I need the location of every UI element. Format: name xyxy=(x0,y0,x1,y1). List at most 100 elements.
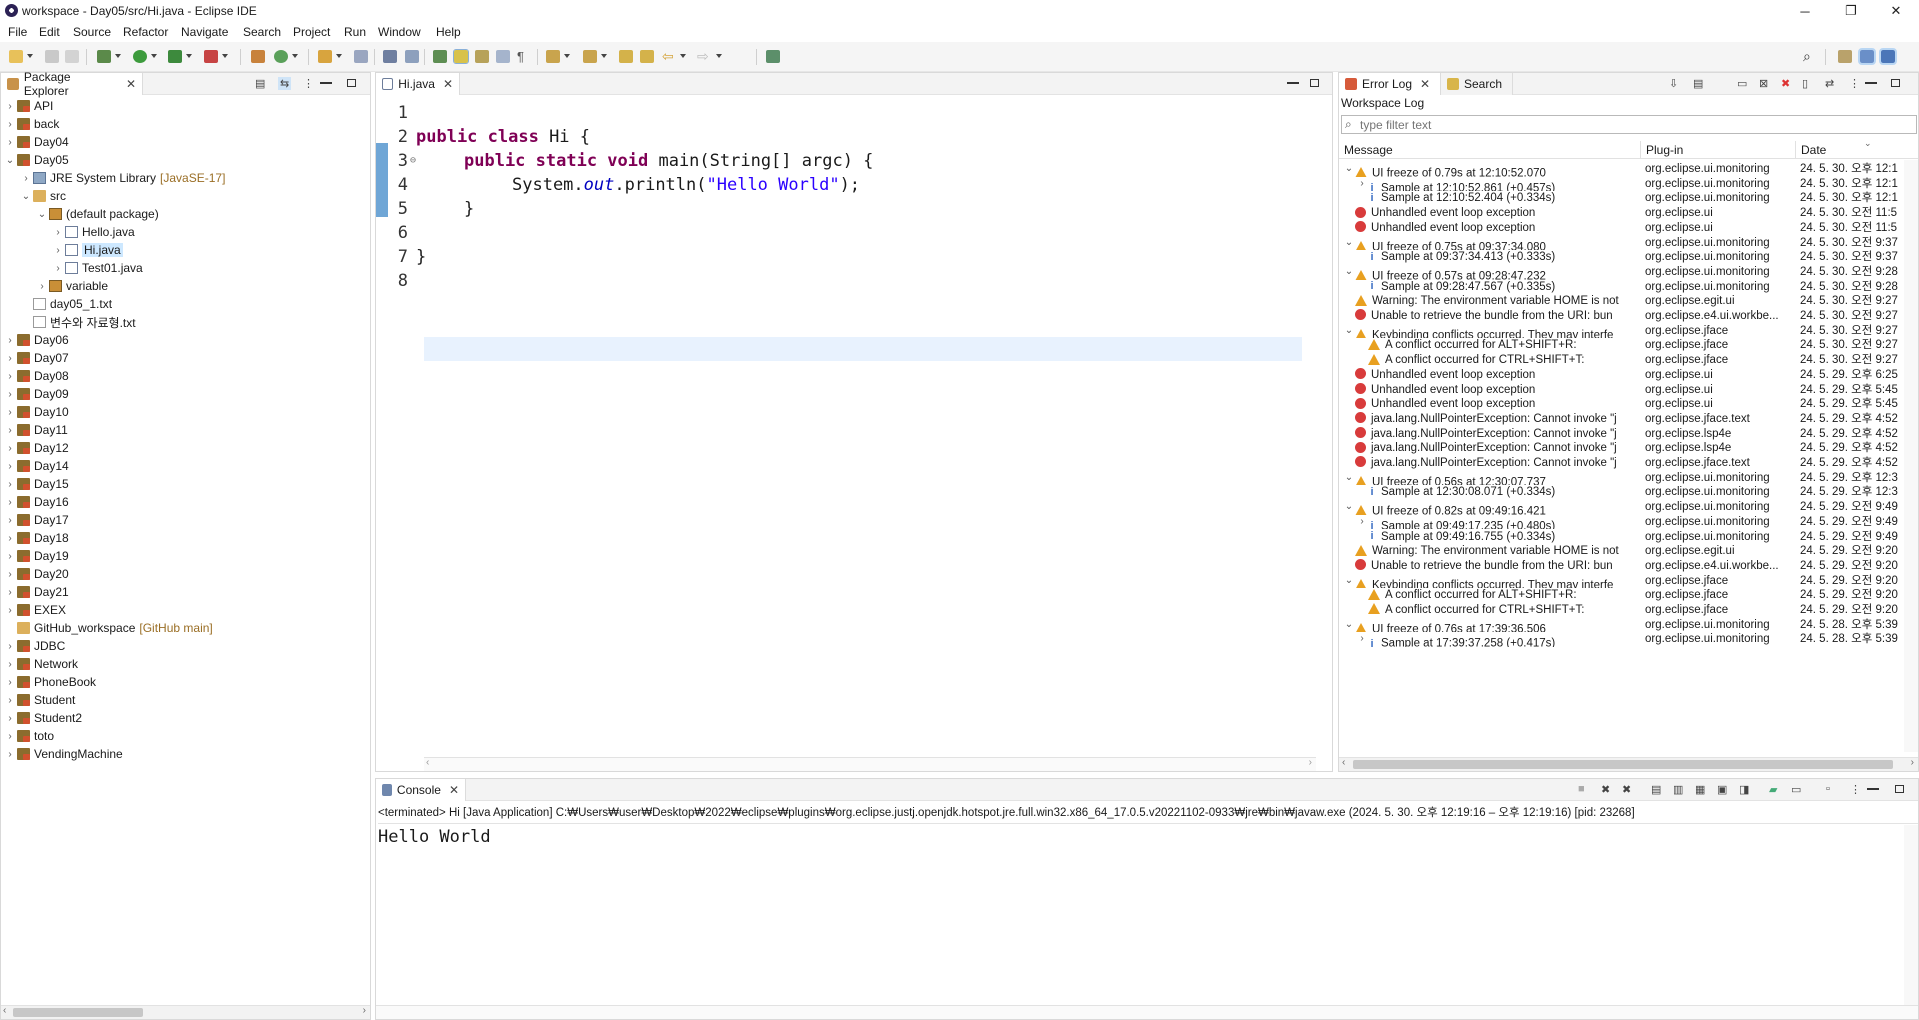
tree-item[interactable]: › JRE System Library [JavaSE-17] xyxy=(5,169,225,187)
column-message[interactable]: Message xyxy=(1339,141,1641,159)
log-row[interactable]: ⌄ Keybinding conflicts occurred. They may… xyxy=(1339,574,1905,589)
log-row[interactable]: i Sample at 09:37:34.413 (+0.333s) org.ecl… xyxy=(1339,250,1905,265)
menu-refactor[interactable]: Refactor xyxy=(123,25,168,39)
minimize-editor-icon[interactable] xyxy=(1283,77,1303,89)
java-perspective-icon[interactable] xyxy=(1858,48,1876,65)
chevron-right-icon[interactable]: › xyxy=(5,587,15,598)
close-icon[interactable]: ✕ xyxy=(449,783,459,797)
debug-perspective-icon[interactable] xyxy=(1879,48,1897,65)
tab-hi-java[interactable]: Hi.java ✕ xyxy=(376,73,460,95)
remove-icon[interactable]: ✖ xyxy=(1781,77,1790,90)
console-output[interactable]: Hello World xyxy=(378,827,491,847)
chevron-down-icon[interactable]: ⌄ xyxy=(37,209,47,220)
open-type-icon[interactable] xyxy=(318,50,332,63)
tree-item[interactable]: › Hi.java xyxy=(5,241,123,259)
log-row[interactable]: Unable to retrieve the bundle from the U… xyxy=(1339,559,1905,574)
tree-item[interactable]: › Day09 xyxy=(5,385,68,403)
chevron-right-icon[interactable]: › xyxy=(53,227,63,238)
chevron-down-icon[interactable]: ⌄ xyxy=(1343,265,1355,280)
log-row[interactable]: ⌄ UI freeze of 0.75s at 09:37:34.080 org.e… xyxy=(1339,236,1905,251)
chevron-right-icon[interactable]: › xyxy=(53,245,63,256)
log-row[interactable]: ⌄ UI freeze of 0.79s at 12:10:52.070 org.e… xyxy=(1339,162,1905,177)
chevron-right-icon[interactable]: › xyxy=(5,749,15,760)
open-console-icon[interactable]: ▭ xyxy=(1791,783,1801,796)
log-row[interactable]: A conflict occurred for CTRL+SHIFT+T: org… xyxy=(1339,353,1905,368)
external-tools-icon[interactable] xyxy=(204,50,218,63)
chevron-down-icon[interactable]: ⌄ xyxy=(1343,471,1355,486)
tree-item[interactable]: › Day19 xyxy=(5,547,68,565)
chevron-down-icon[interactable]: ⌄ xyxy=(1343,574,1355,589)
tree-item[interactable]: › Test01.java xyxy=(5,259,142,277)
log-row[interactable]: ⌄ UI freeze of 0.57s at 09:28:47.232 org.e… xyxy=(1339,265,1905,280)
chevron-right-icon[interactable]: › xyxy=(5,479,15,490)
log-row[interactable]: ⌄ UI freeze of 0.76s at 17:39:36.506 org.e… xyxy=(1339,618,1905,633)
log-row[interactable]: i Sample at 12:10:52.404 (+0.334s) org.ecl… xyxy=(1339,191,1905,206)
log-row[interactable]: › i Sample at 09:49:17.235 (+0.480s) org.ec… xyxy=(1339,515,1905,530)
tree-item[interactable]: › Day21 xyxy=(5,583,68,601)
last-edit-icon[interactable] xyxy=(619,50,633,63)
chevron-right-icon[interactable]: › xyxy=(5,605,15,616)
tree-item[interactable]: › variable xyxy=(5,277,108,295)
minimize-button[interactable]: ─ xyxy=(1782,0,1828,22)
chevron-down-icon[interactable]: ⌄ xyxy=(1343,618,1355,633)
close-window-button[interactable]: ✕ xyxy=(1873,0,1919,22)
menu-navigate[interactable]: Navigate xyxy=(181,25,228,39)
chevron-right-icon[interactable]: › xyxy=(5,101,15,112)
scroll-lock-icon[interactable]: ▥ xyxy=(1673,783,1683,796)
maximize-view-icon[interactable] xyxy=(1887,77,1900,89)
log-row[interactable]: Unhandled event loop exception org.eclips… xyxy=(1339,206,1905,221)
tree-item[interactable]: › Day16 xyxy=(5,493,68,511)
chevron-right-icon[interactable]: › xyxy=(5,443,15,454)
chevron-right-icon[interactable]: › xyxy=(53,263,63,274)
log-row[interactable]: ⌄ UI freeze of 0.82s at 09:49:16.421 org.e… xyxy=(1339,500,1905,515)
prev-annotation-icon[interactable] xyxy=(583,50,597,63)
pin-editor-icon[interactable] xyxy=(766,50,780,63)
forward-edit-icon[interactable] xyxy=(640,50,654,63)
chevron-down-icon[interactable]: ⌄ xyxy=(1343,324,1355,339)
code-editor[interactable]: 1 2 public class Hi { 3 ⊖ public static voi… xyxy=(376,95,1332,771)
new-class-icon[interactable] xyxy=(274,50,288,63)
tree-item[interactable]: › Student xyxy=(5,691,75,709)
new-icon[interactable] xyxy=(9,50,23,63)
chevron-right-icon[interactable]: › xyxy=(5,641,15,652)
chevron-right-icon[interactable]: › xyxy=(5,137,15,148)
chevron-right-icon[interactable]: › xyxy=(5,425,15,436)
log-row[interactable]: java.lang.NullPointerException: Cannot i… xyxy=(1339,427,1905,442)
view-menu-icon[interactable]: ⋮ xyxy=(303,77,314,90)
chevron-right-icon[interactable]: › xyxy=(5,407,15,418)
chevron-right-icon[interactable]: › xyxy=(5,659,15,670)
log-row[interactable]: i Sample at 09:49:16.755 (+0.334s) org.ecl… xyxy=(1339,530,1905,545)
view-menu-icon[interactable]: ⋮ xyxy=(1849,77,1860,90)
chevron-right-icon[interactable]: › xyxy=(21,173,31,184)
remove-launch-icon[interactable]: ✖ xyxy=(1601,783,1610,796)
toggle-breadcrumb-icon[interactable] xyxy=(433,50,447,63)
close-icon[interactable]: ✕ xyxy=(126,77,136,91)
chevron-right-icon[interactable]: › xyxy=(5,119,15,130)
chevron-right-icon[interactable]: › xyxy=(5,371,15,382)
chevron-right-icon[interactable]: › xyxy=(37,281,47,292)
tree-item[interactable]: › PhoneBook xyxy=(5,673,96,691)
log-row[interactable]: Unhandled event loop exception org.eclips… xyxy=(1339,382,1905,398)
run-icon[interactable] xyxy=(133,50,147,63)
editor-hscroll[interactable]: ‹ › xyxy=(424,757,1316,771)
debug-icon[interactable] xyxy=(97,50,111,63)
chevron-right-icon[interactable]: › xyxy=(5,497,15,508)
log-row[interactable]: Unhandled event loop exception org.eclips… xyxy=(1339,397,1905,412)
new-java-project-icon[interactable] xyxy=(251,50,265,63)
coverage-icon[interactable] xyxy=(168,50,182,63)
tree-item[interactable]: › Network xyxy=(5,655,78,673)
chevron-right-icon[interactable]: › xyxy=(5,695,15,706)
maximize-view-icon[interactable] xyxy=(1891,783,1904,795)
tree-item[interactable]: › Day12 xyxy=(5,439,68,457)
tree-item[interactable]: › Day08 xyxy=(5,367,68,385)
log-row[interactable]: A conflict occurred for ALT+SHIFT+R: org.… xyxy=(1339,588,1905,603)
tree-item[interactable]: › Day07 xyxy=(5,349,68,367)
chevron-right-icon[interactable]: › xyxy=(5,335,15,346)
log-hscroll[interactable]: ‹ › xyxy=(1339,757,1918,771)
package-explorer-hscroll[interactable]: ‹ › xyxy=(1,1005,370,1019)
search-view-icon[interactable] xyxy=(405,50,419,63)
back-arrow-icon[interactable]: ⇦ xyxy=(662,49,676,63)
log-row[interactable]: Warning: The environment variable HOME i… xyxy=(1339,544,1905,559)
open-task-icon[interactable] xyxy=(354,50,368,63)
chevron-right-icon[interactable]: › xyxy=(1356,515,1368,530)
